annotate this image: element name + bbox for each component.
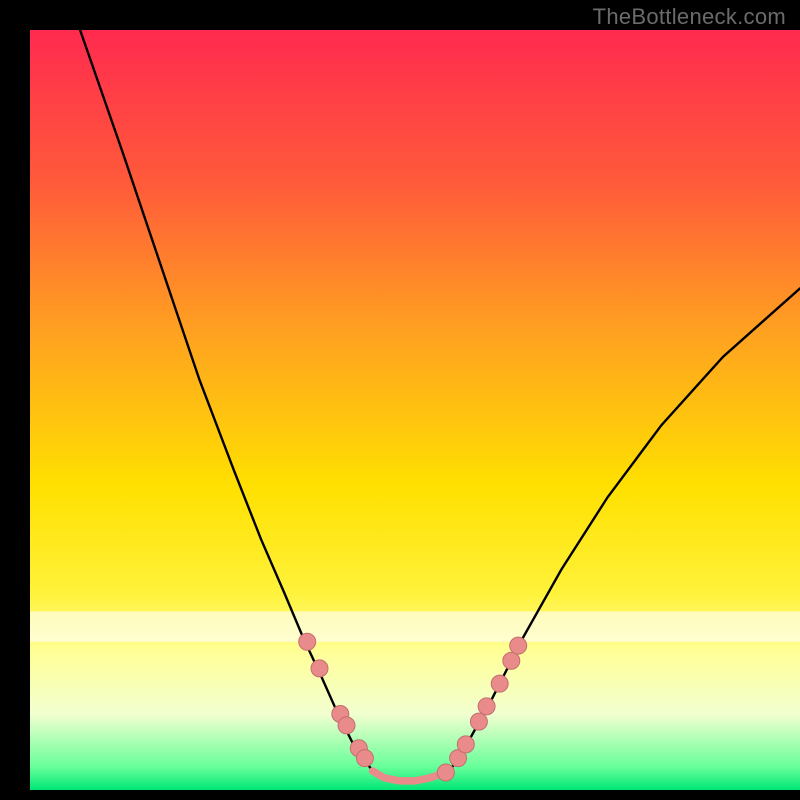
frame-left: [0, 0, 30, 800]
data-point: [338, 717, 355, 734]
data-point: [299, 633, 316, 650]
frame-bottom: [0, 790, 800, 800]
data-point: [470, 713, 487, 730]
data-point: [311, 660, 328, 677]
plot-background: [30, 30, 800, 790]
bottleneck-curve-chart: [0, 0, 800, 800]
data-point: [356, 750, 373, 767]
data-point: [478, 698, 495, 715]
watermark-text: TheBottleneck.com: [593, 4, 786, 30]
chart-container: TheBottleneck.com: [0, 0, 800, 800]
data-point: [491, 675, 508, 692]
data-point: [510, 637, 527, 654]
data-point: [457, 736, 474, 753]
data-point: [503, 652, 520, 669]
highlight-band: [30, 611, 800, 641]
data-point: [437, 764, 454, 781]
